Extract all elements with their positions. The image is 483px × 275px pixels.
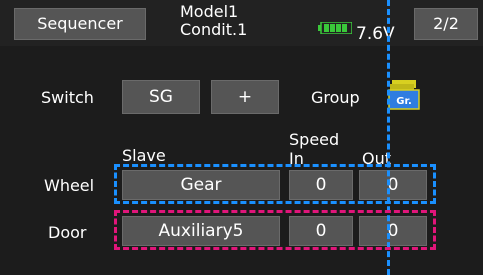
sequencer-tab-button[interactable]: Sequencer [14,8,146,40]
battery-icon [318,22,352,34]
blue-dashed-highlight-box [114,164,436,204]
speed-column-header: Speed [289,130,340,149]
switch-select-button[interactable]: SG [122,80,200,114]
pink-dashed-highlight-box [114,210,436,250]
group-icon-text: Gr. [396,96,412,107]
switch-label: Switch [41,88,94,107]
group-label: Group [311,88,360,107]
page-indicator-button[interactable]: 2/2 [414,8,478,40]
group-icon[interactable]: Gr. [388,78,420,110]
model-info: Model1 Condit.1 [180,3,247,39]
slave-column-header: Slave [122,146,166,165]
screen: Sequencer Model1 Condit.1 7.6V 2/2 Switc… [0,0,483,275]
row-label-door: Door [48,223,87,242]
condition-name: Condit.1 [180,20,248,39]
row-label-wheel: Wheel [44,176,95,195]
model-name: Model1 [180,2,239,21]
switch-mode-button[interactable]: + [211,80,279,114]
